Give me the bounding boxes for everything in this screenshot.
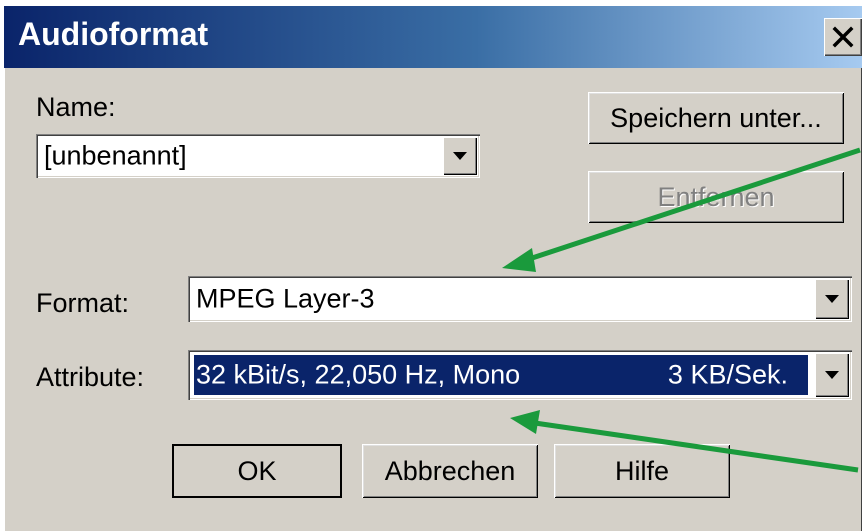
- format-dropdown[interactable]: MPEG Layer-3: [188, 276, 852, 322]
- chevron-down-icon: [825, 371, 839, 379]
- attribute-label: Attribute:: [36, 362, 145, 392]
- format-value: MPEG Layer-3: [196, 283, 375, 314]
- help-label: Hilfe: [614, 455, 669, 486]
- cancel-button[interactable]: Abbrechen: [362, 444, 538, 498]
- save-as-label: Speichern unter...: [610, 102, 822, 133]
- attribute-dropdown-button[interactable]: [815, 353, 849, 397]
- chevron-down-icon: [453, 152, 467, 160]
- title-bar[interactable]: Audioformat: [4, 6, 862, 68]
- cancel-label: Abbrechen: [384, 455, 516, 486]
- close-button[interactable]: [824, 18, 862, 56]
- save-as-button[interactable]: Speichern unter...: [588, 92, 844, 144]
- attribute-value: 32 kBit/s, 22,050 Hz, Mono: [196, 359, 521, 390]
- ok-label: OK: [237, 455, 277, 486]
- remove-label: Entfernen: [657, 181, 775, 212]
- name-label: Name:: [36, 92, 116, 122]
- close-icon: [832, 26, 854, 48]
- remove-button[interactable]: Entfernen: [588, 171, 844, 223]
- name-dropdown-button[interactable]: [443, 137, 477, 175]
- name-value: [unbenannt]: [44, 140, 187, 171]
- attribute-rate: 3 KB/Sek.: [667, 359, 788, 390]
- dialog-title: Audioformat: [18, 16, 209, 52]
- format-dropdown-button[interactable]: [815, 279, 849, 319]
- chevron-down-icon: [825, 295, 839, 303]
- name-dropdown[interactable]: [unbenannt]: [36, 134, 480, 178]
- attribute-dropdown[interactable]: 32 kBit/s, 22,050 Hz, Mono 3 KB/Sek.: [188, 350, 852, 400]
- ok-button[interactable]: OK: [172, 444, 342, 498]
- format-label: Format:: [36, 288, 130, 318]
- help-button[interactable]: Hilfe: [554, 444, 730, 498]
